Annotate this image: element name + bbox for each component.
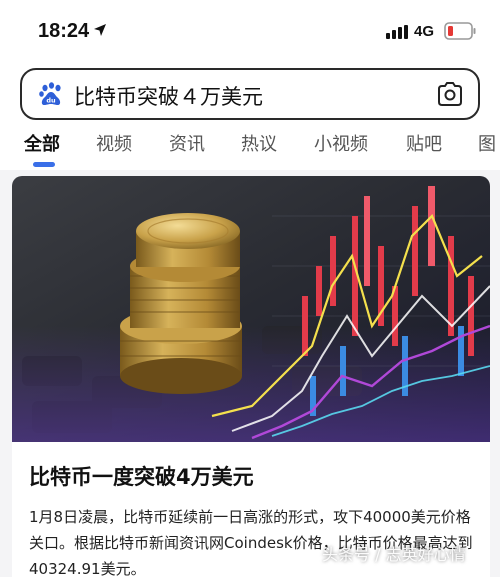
tab-news[interactable]: 资讯 [169, 130, 205, 156]
search-header: du 比特币突破４万美元 全部 视频 资讯 热议 小视频 贴吧 图 [0, 62, 500, 170]
article-image[interactable] [12, 176, 490, 442]
location-arrow-icon [94, 24, 106, 36]
tab-video[interactable]: 视频 [96, 130, 132, 156]
watermark: 头条号 / 志英好心情 [298, 541, 466, 565]
watermark-text: 头条号 / 志英好心情 [322, 545, 466, 564]
tab-images[interactable]: 图 [478, 130, 496, 156]
camera-icon[interactable] [436, 81, 464, 107]
status-bar: 18:24 4G [0, 0, 500, 62]
svg-text:du: du [46, 97, 56, 105]
tab-short-video[interactable]: 小视频 [314, 130, 368, 156]
tab-hot-discussion[interactable]: 热议 [241, 130, 277, 156]
baidu-paw-icon: du [39, 82, 61, 105]
battery-icon [444, 22, 476, 40]
network-type: 4G [414, 23, 435, 40]
article-title[interactable]: 比特币一度突破4万美元 [29, 461, 254, 491]
toutiao-logo-icon [298, 548, 318, 563]
tab-all[interactable]: 全部 [24, 130, 60, 156]
tab-tieba[interactable]: 贴吧 [406, 130, 442, 156]
search-query-text: 比特币突破４万美元 [74, 85, 263, 109]
search-input[interactable]: du 比特币突破４万美元 [20, 68, 480, 120]
status-time: 18:24 [38, 20, 90, 42]
tab-bar: 全部 视频 资讯 热议 小视频 贴吧 图 [0, 126, 500, 170]
signal-icon [386, 25, 408, 39]
active-tab-indicator [33, 162, 55, 167]
article-card[interactable]: 比特币一度突破4万美元 1月8日凌晨，比特币延续前一日高涨的形式，攻下40000… [12, 176, 490, 577]
